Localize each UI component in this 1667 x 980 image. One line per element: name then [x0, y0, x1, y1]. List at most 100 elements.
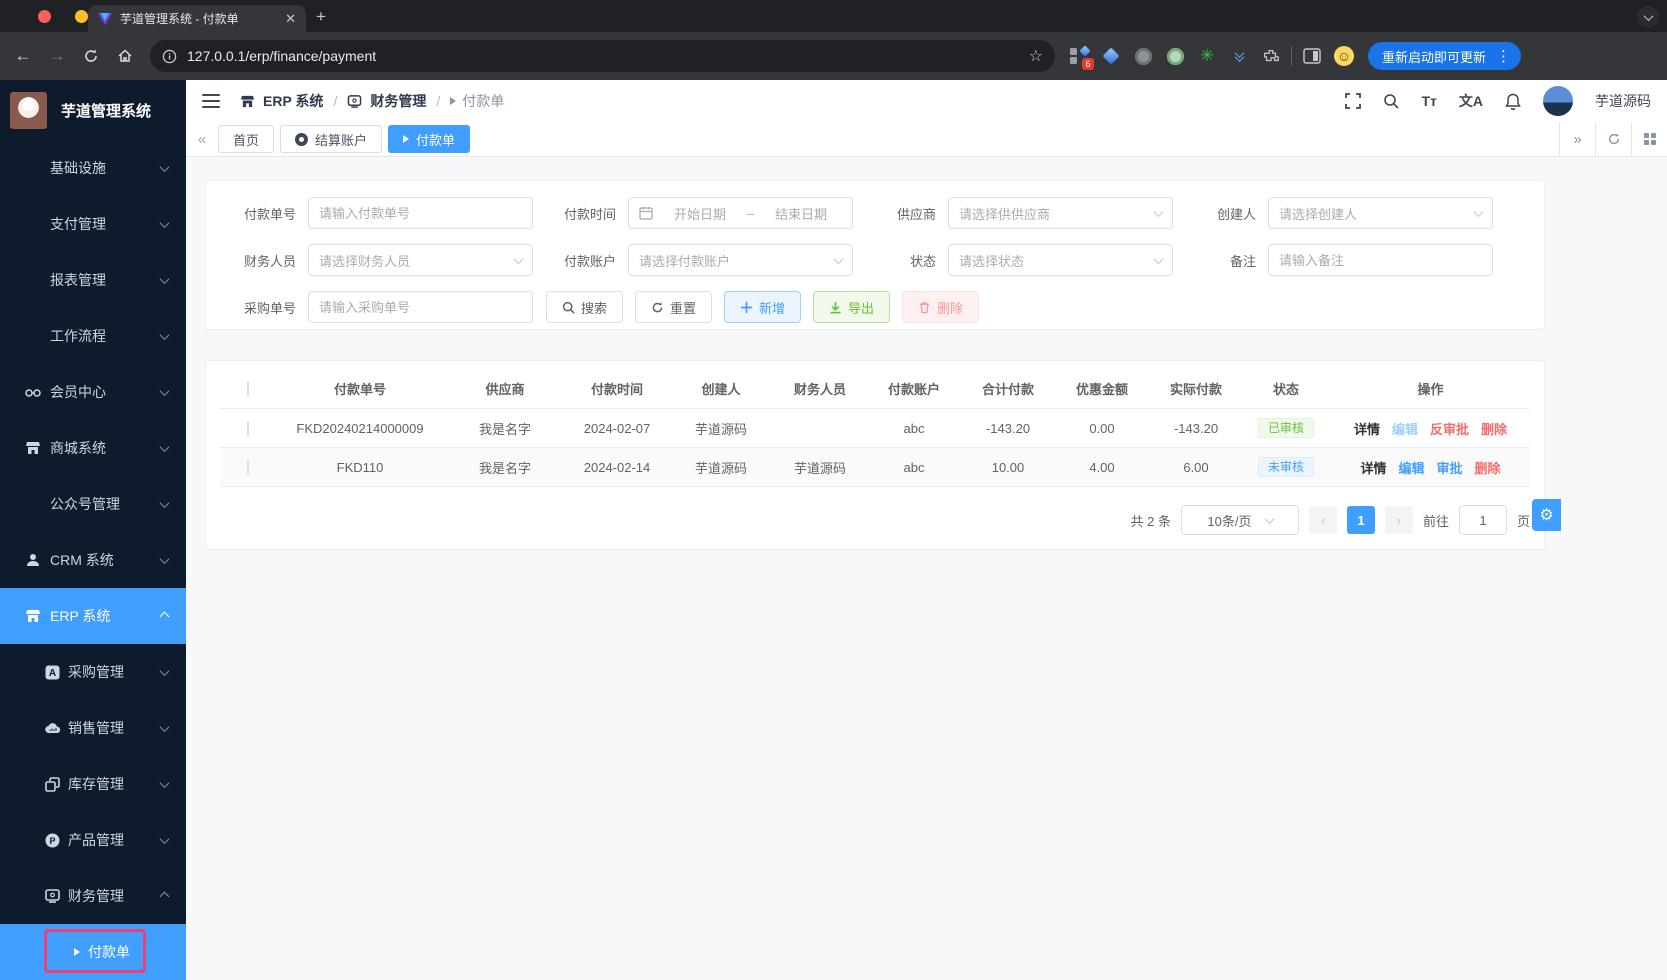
sidebar-item-pay-management[interactable]: 支付管理: [0, 196, 186, 252]
payment-no-input[interactable]: [308, 197, 533, 229]
select-all-checkbox[interactable]: [247, 381, 249, 396]
edit-link[interactable]: 编辑: [1392, 419, 1418, 438]
row-checkbox[interactable]: [247, 421, 249, 436]
payment-no-input-field[interactable]: [319, 206, 522, 221]
window-minimize-button[interactable]: [75, 10, 88, 23]
end-date-placeholder[interactable]: 结束日期: [760, 204, 842, 223]
sidebar-item-mall-system[interactable]: 商城系统: [0, 420, 186, 476]
tags-scroll-left-icon[interactable]: «: [186, 131, 218, 148]
remark-input-field[interactable]: [1279, 253, 1482, 268]
delete-link[interactable]: 删除: [1475, 458, 1501, 477]
filter-label-purchase-no: 采购单号: [226, 298, 296, 317]
extensions-puzzle-icon[interactable]: [1261, 46, 1281, 66]
delete-link[interactable]: 删除: [1481, 419, 1507, 438]
page-size-select[interactable]: 10条/页: [1181, 505, 1299, 535]
detail-link[interactable]: 详情: [1360, 458, 1386, 477]
user-name[interactable]: 芋道源码: [1595, 91, 1651, 111]
account-select[interactable]: 请选择付款账户: [628, 244, 853, 276]
home-icon[interactable]: [108, 39, 142, 73]
forward-icon[interactable]: →: [40, 39, 74, 73]
goto-page-input[interactable]: 1: [1459, 505, 1507, 535]
extension-gem-icon[interactable]: [1101, 46, 1121, 66]
address-bar[interactable]: 127.0.0.1/erp/finance/payment ☆: [150, 40, 1055, 72]
reset-button[interactable]: 重置: [635, 291, 712, 323]
export-button[interactable]: 导出: [813, 291, 890, 323]
remark-input[interactable]: [1268, 244, 1493, 276]
status-select[interactable]: 请选择状态: [948, 244, 1173, 276]
tag-settlement-account[interactable]: 结算账户: [280, 125, 382, 153]
refresh-page-icon[interactable]: [1595, 122, 1631, 156]
sidebar-item-erp-system[interactable]: ERP 系统: [0, 588, 186, 644]
sidebar-item-label: 公众号管理: [50, 494, 120, 514]
font-size-icon[interactable]: Tᴛ: [1421, 93, 1436, 109]
sidebar-item-official-account[interactable]: 公众号管理: [0, 476, 186, 532]
split-view-icon[interactable]: [1302, 46, 1322, 66]
tab-search-button[interactable]: [1637, 6, 1659, 28]
creator-select[interactable]: 请选择创建人: [1268, 197, 1493, 229]
approve-link[interactable]: 审批: [1437, 458, 1463, 477]
extension-scroll-icon[interactable]: [1229, 46, 1249, 66]
purchase-no-input-field[interactable]: [319, 300, 522, 315]
extension-gray-icon[interactable]: [1133, 46, 1153, 66]
cell-discount: 0.00: [1055, 421, 1149, 436]
sidebar-item-sales-management[interactable]: 销售管理: [0, 700, 186, 756]
reload-icon[interactable]: [74, 39, 108, 73]
extension-devtools-icon[interactable]: 6: [1069, 46, 1089, 66]
locale-icon[interactable]: 文A: [1459, 91, 1483, 111]
tag-home[interactable]: 首页: [218, 125, 274, 153]
row-checkbox[interactable]: [247, 460, 249, 475]
window-close-button[interactable]: [38, 10, 51, 23]
purchase-no-input[interactable]: [308, 291, 533, 323]
extension-star-icon[interactable]: ✳: [1197, 46, 1217, 66]
payment-time-range-picker[interactable]: 开始日期 – 结束日期: [628, 197, 853, 229]
search-button[interactable]: 搜索: [546, 291, 623, 323]
new-tab-button[interactable]: +: [316, 7, 326, 27]
sidebar-item-inventory-management[interactable]: 库存管理: [0, 756, 186, 812]
chrome-update-button[interactable]: 重新启动即可更新 ⋮: [1368, 42, 1521, 70]
sidebar-item-workflow[interactable]: 工作流程: [0, 308, 186, 364]
browser-tab[interactable]: 芋道管理系统 - 付款单 ✕: [88, 5, 306, 32]
profile-avatar-icon[interactable]: ☺: [1334, 46, 1354, 66]
start-date-placeholder[interactable]: 开始日期: [659, 204, 741, 223]
sidebar-item-member-center[interactable]: 会员中心: [0, 364, 186, 420]
theme-settings-button[interactable]: ⚙: [1532, 499, 1561, 531]
notification-bell-icon[interactable]: [1505, 93, 1521, 110]
app-logo-row[interactable]: 芋道管理系统: [0, 80, 186, 140]
sidebar-item-finance-management[interactable]: 财务管理: [0, 868, 186, 924]
site-info-icon[interactable]: [162, 49, 177, 64]
prev-page-button[interactable]: ‹: [1309, 506, 1337, 534]
sidebar-item-purchase-management[interactable]: A 采购管理: [0, 644, 186, 700]
extension-green-circle-icon[interactable]: [1165, 46, 1185, 66]
next-page-button[interactable]: ›: [1385, 506, 1413, 534]
breadcrumb-finance[interactable]: 财务管理: [370, 91, 426, 111]
url-text[interactable]: 127.0.0.1/erp/finance/payment: [187, 48, 1019, 64]
tag-payment-slip[interactable]: 付款单: [388, 125, 470, 153]
unapprove-link[interactable]: 反审批: [1430, 419, 1469, 438]
finance-user-select[interactable]: 请选择财务人员: [308, 244, 533, 276]
sidebar-item-crm-system[interactable]: CRM 系统: [0, 532, 186, 588]
collapse-menu-icon[interactable]: [202, 94, 220, 108]
page-1-button[interactable]: 1: [1347, 506, 1375, 534]
tags-scroll-right-icon[interactable]: »: [1559, 122, 1595, 156]
supplier-select[interactable]: 请选择供供应商: [948, 197, 1173, 229]
bookmark-star-icon[interactable]: ☆: [1029, 46, 1043, 66]
delete-button[interactable]: 删除: [902, 291, 979, 323]
fullscreen-icon[interactable]: [1345, 93, 1361, 109]
sidebar-item-product-management[interactable]: P 产品管理: [0, 812, 186, 868]
finance-chat-icon: [347, 95, 362, 108]
back-icon[interactable]: ←: [6, 39, 40, 73]
chrome-menu-kebab-icon[interactable]: ⋮: [1492, 47, 1515, 65]
site-favicon-icon: [98, 12, 112, 26]
sidebar-item-payment-slip[interactable]: 付款单: [0, 924, 186, 980]
layout-grid-icon[interactable]: [1631, 122, 1667, 156]
sidebar-item-infrastructure[interactable]: 基础设施: [0, 140, 186, 196]
edit-link[interactable]: 编辑: [1398, 458, 1424, 477]
sidebar-item-label: 支付管理: [50, 214, 106, 234]
detail-link[interactable]: 详情: [1354, 419, 1380, 438]
search-icon[interactable]: [1383, 93, 1399, 109]
add-button[interactable]: 新增: [724, 291, 801, 323]
sidebar-item-report-management[interactable]: 报表管理: [0, 252, 186, 308]
tab-close-icon[interactable]: ✕: [285, 11, 296, 27]
breadcrumb-erp[interactable]: ERP 系统: [263, 91, 323, 111]
user-avatar[interactable]: [1543, 86, 1573, 116]
